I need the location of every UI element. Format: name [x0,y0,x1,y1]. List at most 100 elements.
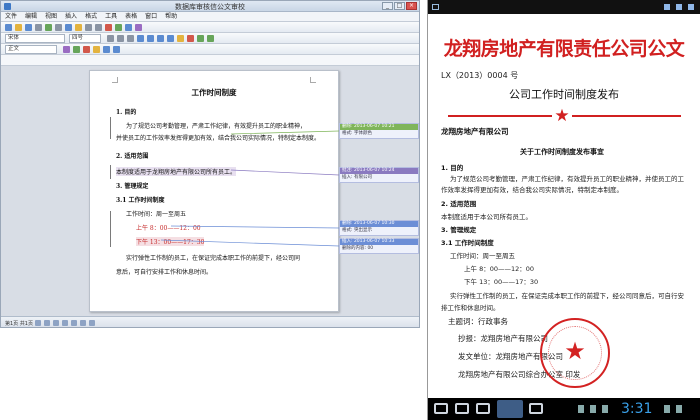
signal-icon [676,4,682,10]
reject-change-icon[interactable] [83,46,90,53]
size-select[interactable]: 四号 [69,34,101,43]
italic-icon[interactable] [117,35,124,42]
balloon-body: 格式: 突出显示 [342,228,372,233]
menu-view[interactable]: 视图 [45,12,57,21]
menu-tools[interactable]: 工具 [105,12,117,21]
review-toolbar: 正文 [1,44,419,55]
sync-icon [602,405,608,413]
picture-icon[interactable] [115,24,122,31]
menu-edit[interactable]: 编辑 [25,12,37,21]
revision-balloon[interactable]: 删除: 2013-06-07 10:21 格式: 字体颜色 [339,123,419,139]
line-icon[interactable] [53,320,59,326]
shape-icon[interactable] [44,320,50,326]
help-icon[interactable] [135,24,142,31]
company-seal: ★ [540,318,610,388]
document-page[interactable]: 工作时间制度 1. 目的 为了规范公司考勤管理，严肃工作纪律，有效提升员工的职业… [89,70,339,312]
fill-color-icon[interactable] [80,320,86,326]
bold-icon[interactable] [107,35,114,42]
numbering-icon[interactable] [207,35,214,42]
seal-star-icon: ★ [564,337,586,365]
align-left-icon[interactable] [137,35,144,42]
recent-apps-icon[interactable] [476,403,490,414]
undo-icon[interactable] [85,24,92,31]
paste-icon[interactable] [75,24,82,31]
revision-balloon[interactable]: 批注: 2013-06-07 10:24 插入: 有限公司 [339,167,419,183]
download-icon [590,405,596,413]
doc-line: 2. 适用范围 [116,153,149,160]
notice-title: 关于工作时间制度发布事宜 [520,148,604,156]
zoom-icon[interactable] [125,24,132,31]
highlight-icon[interactable] [177,35,184,42]
revision-balloon[interactable]: 插入: 2013-06-07 10:33 删除的内容: 00 [339,238,419,254]
doc-line: 实行弹性工作制的员工，在保证完成本职工作的前提下，经公司同意后，可自行安 [450,292,684,300]
bullets-icon[interactable] [197,35,204,42]
menu-insert[interactable]: 插入 [65,12,77,21]
align-center-icon[interactable] [147,35,154,42]
wifi-status-icon [664,405,670,413]
notification-icon [432,4,439,10]
balloon-body: 插入: 有限公司 [342,175,372,180]
revision-balloon[interactable]: 删除: 2013-06-07 10:30 格式: 突出显示 [339,220,419,236]
menu-icon[interactable] [529,403,543,414]
margin-mark [112,77,118,83]
doc-line: 并使员工的工作效率发挥得更加有效，结合我公司实际情况，特制定本制度。 [116,135,321,142]
doc-line: 1. 目的 [116,109,137,116]
arrow-icon[interactable] [62,320,68,326]
format-toolbar: 宋体 四号 [1,33,419,44]
open-icon[interactable] [15,24,22,31]
save-icon[interactable] [25,24,32,31]
company-name: 龙翔房地产有限公司 [441,127,509,136]
minimize-button[interactable]: _ [382,2,393,10]
justify-icon[interactable] [167,35,174,42]
cut-icon[interactable] [55,24,62,31]
tablet-status-bar [428,0,700,14]
screenshot-icon[interactable] [497,400,523,418]
draw-icon[interactable] [35,320,41,326]
table-icon[interactable] [105,24,112,31]
ruler [1,55,419,66]
balloon-body: 格式: 字体颜色 [342,131,372,136]
preview-icon[interactable] [45,24,52,31]
margin-mark [310,77,316,83]
doc-line: 为了规范公司考勤管理，严肃工作纪律，有效提升员工的职业精神，并使员工的工 [450,175,684,183]
print-icon[interactable] [35,24,42,31]
line-color-icon[interactable] [89,320,95,326]
doc-line: 3.1 工作时间制度 [116,197,165,204]
doc-line: 意后，可自行安排工作和休息时间。 [116,269,213,276]
cc-line: 抄报：龙翔房地产有限公司 [458,334,548,343]
copy-icon[interactable] [65,24,72,31]
star-icon: ★ [552,106,572,126]
menu-format[interactable]: 格式 [85,12,97,21]
wifi-icon [664,4,670,10]
menu-window[interactable]: 窗口 [145,12,157,21]
font-color-icon[interactable] [187,35,194,42]
align-right-icon[interactable] [157,35,164,42]
maximize-button[interactable]: □ [394,2,405,10]
new-icon[interactable] [5,24,12,31]
change-bar [110,211,111,247]
font-select[interactable]: 宋体 [5,34,65,43]
track-changes-icon[interactable] [63,46,70,53]
editor-window: 数据库审核信公文审校 _ □ × 文件 编辑 视图 插入 格式 工具 表格 窗口… [0,0,420,328]
underline-icon[interactable] [127,35,134,42]
menu-file[interactable]: 文件 [5,12,17,21]
doc-line: 2. 适用范围 [441,200,477,208]
redo-icon[interactable] [95,24,102,31]
close-button[interactable]: × [406,2,417,10]
standard-toolbar [1,22,419,33]
back-icon[interactable] [434,403,448,414]
menu-bar: 文件 编辑 视图 插入 格式 工具 表格 窗口 帮助 [1,12,419,22]
accept-change-icon[interactable] [73,46,80,53]
clock: 3:31 [621,401,653,417]
comment-icon[interactable] [93,46,100,53]
previous-change-icon[interactable] [103,46,110,53]
menu-table[interactable]: 表格 [125,12,137,21]
android-nav-bar: 3:31 [428,398,700,420]
tablet-screen: 龙翔房地产有限责任公司公文 LX（2013）0004 号 公司工作时间制度发布 … [427,0,700,420]
announcement-title: 公司工作时间制度发布 [509,88,619,101]
home-icon[interactable] [455,403,469,414]
menu-help[interactable]: 帮助 [165,12,177,21]
next-change-icon[interactable] [113,46,120,53]
style-select[interactable]: 正文 [5,45,57,54]
textbox-icon[interactable] [71,320,77,326]
